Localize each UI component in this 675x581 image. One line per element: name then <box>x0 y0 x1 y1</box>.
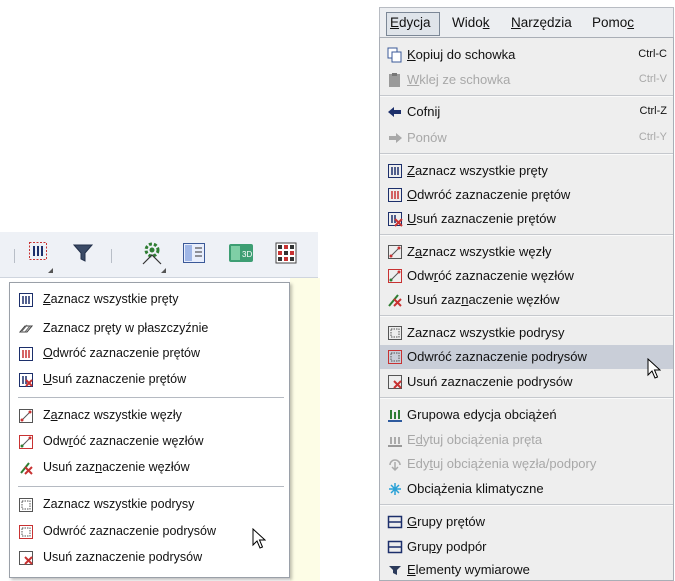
menu-narzedzia[interactable]: Narzędzia <box>511 15 572 35</box>
edit-bar-loads-icon <box>388 437 402 447</box>
menu-item-redo[interactable]: Ponów Ctrl-Y <box>380 126 673 150</box>
menu-separator <box>18 486 284 487</box>
edit-node-loads-icon <box>389 459 401 472</box>
menu-pomoc[interactable]: Pomoc <box>592 15 634 35</box>
filter-icon <box>72 244 94 262</box>
invert-nodes-icon <box>19 435 33 449</box>
remove-nodes-icon <box>388 294 402 307</box>
layout-button[interactable] <box>181 240 207 266</box>
settings-icon <box>142 242 162 265</box>
menu-item-invert-bars[interactable]: Odwróć zaznaczenie prętów <box>10 343 289 365</box>
subdrawings-icon <box>388 326 402 340</box>
plane-bars-icon <box>19 324 33 333</box>
bar-groups-icon <box>387 515 403 529</box>
menu-separator <box>380 397 673 399</box>
menu-separator <box>380 315 673 317</box>
dimension-elements-icon <box>389 566 401 575</box>
nodes-icon <box>19 409 33 423</box>
menu-item-dimension-elements[interactable]: Elementy wymiarowe <box>380 558 673 581</box>
toolbar-separator <box>14 249 15 263</box>
menu-separator <box>380 153 673 155</box>
menu-item-remove-subdrawings[interactable]: Usuń zaznaczenie podrysów <box>10 547 289 569</box>
remove-subdrawings-icon <box>388 375 402 389</box>
nodes-icon <box>388 245 402 259</box>
menu-item-remove-nodes[interactable]: Usuń zaznaczenie węzłów <box>380 288 673 312</box>
settings-button[interactable] <box>139 240 165 266</box>
undo-icon <box>388 107 401 117</box>
bars-grid-icon <box>19 293 33 307</box>
menu-widok[interactable]: Widok <box>452 15 490 35</box>
subdrawings-icon <box>19 498 33 512</box>
menu-item-select-all-subdrawings[interactable]: Zaznacz wszystkie podrysy <box>380 321 673 345</box>
edit-menu: Kopiuj do schowka Ctrl-C Wklej ze schowk… <box>379 37 674 581</box>
bars-grid-icon <box>388 164 402 178</box>
filter-button[interactable] <box>70 240 96 266</box>
3d-view-icon: 3D <box>229 244 253 262</box>
menu-item-edit-node-loads[interactable]: Edytuj obciążenia węzła/podpory <box>380 452 673 476</box>
menu-item-select-all-bars[interactable]: Zaznacz wszystkie pręty <box>10 289 289 311</box>
grid-button[interactable] <box>273 240 299 266</box>
menu-edycja[interactable]: Edycja <box>390 15 431 35</box>
select-dropdown-button[interactable] <box>27 240 53 266</box>
remove-subdrawings-icon <box>19 551 33 565</box>
menu-item-select-all-bars[interactable]: Zaznacz wszystkie pręty <box>380 159 673 183</box>
menu-separator <box>18 397 284 398</box>
editor-background <box>290 278 320 581</box>
menu-item-copy[interactable]: Kopiuj do schowka Ctrl-C <box>380 43 673 67</box>
menu-item-group-loads[interactable]: Grupowa edycja obciążeń <box>380 403 673 427</box>
support-groups-icon <box>387 540 403 554</box>
menu-item-edit-bar-loads[interactable]: Edytuj obciążenia pręta <box>380 428 673 452</box>
3d-view-button[interactable]: 3D <box>228 240 254 266</box>
menu-item-select-all-nodes[interactable]: Zaznacz wszystkie węzły <box>380 240 673 264</box>
selection-dropdown-menu: Zaznacz wszystkie pręty Zaznacz pręty w … <box>9 282 290 578</box>
mouse-cursor-icon <box>647 358 661 379</box>
menu-item-select-bars-in-plane[interactable]: Zaznacz pręty w płaszczyźnie <box>10 318 289 340</box>
menu-bar: Edycja Widok Narzędzia Pomoc <box>379 7 674 37</box>
redo-icon <box>389 133 402 143</box>
menu-separator <box>380 234 673 236</box>
invert-bars-icon <box>19 347 33 361</box>
menu-item-bar-groups[interactable]: Grupy prętów <box>380 510 673 534</box>
menu-item-remove-nodes[interactable]: Usuń zaznaczenie węzłów <box>10 457 289 479</box>
group-loads-icon <box>388 410 402 422</box>
dropdown-arrow-icon <box>161 268 166 273</box>
dropdown-arrow-icon <box>48 268 53 273</box>
menu-item-undo[interactable]: Cofnij Ctrl-Z <box>380 100 673 124</box>
menu-item-invert-subdrawings[interactable]: Odwróć zaznaczenie podrysów <box>380 345 673 369</box>
select-dropdown-icon <box>29 242 47 260</box>
menu-item-support-groups[interactable]: Grupy podpór <box>380 535 673 559</box>
menu-item-invert-subdrawings[interactable]: Odwróć zaznaczenie podrysów <box>10 521 289 543</box>
menu-item-select-all-nodes[interactable]: Zaznacz wszystkie węzły <box>10 405 289 427</box>
svg-text:3D: 3D <box>242 250 252 259</box>
layout-icon <box>183 243 205 263</box>
invert-nodes-icon <box>388 269 402 283</box>
menu-item-invert-nodes[interactable]: Odwróć zaznaczenie węzłów <box>10 431 289 453</box>
climate-loads-icon <box>389 483 401 495</box>
toolbar-separator <box>111 249 112 263</box>
invert-subdrawings-icon <box>388 350 402 364</box>
copy-icon <box>387 47 402 63</box>
invert-subdrawings-icon <box>19 525 33 539</box>
menu-separator <box>380 504 673 506</box>
remove-nodes-icon <box>20 462 33 475</box>
invert-bars-icon <box>388 188 402 202</box>
menu-item-remove-bars[interactable]: Usuń zaznaczenie prętów <box>10 369 289 391</box>
menu-item-invert-bars[interactable]: Odwróć zaznaczenie prętów <box>380 183 673 207</box>
menu-item-climate-loads[interactable]: Obciążenia klimatyczne <box>380 477 673 501</box>
grid-icon <box>275 242 297 264</box>
paste-icon <box>389 73 400 87</box>
menu-item-invert-nodes[interactable]: Odwróć zaznaczenie węzłów <box>380 264 673 288</box>
menu-separator <box>380 95 673 97</box>
right-panel: Edycja Widok Narzędzia Pomoc Kopiuj do s… <box>379 7 674 581</box>
menu-item-remove-bars[interactable]: Usuń zaznaczenie prętów <box>380 207 673 231</box>
remove-bars-icon <box>388 212 403 227</box>
menu-item-select-all-subdrawings[interactable]: Zaznacz wszystkie podrysy <box>10 494 289 516</box>
mouse-cursor-icon <box>252 528 266 549</box>
remove-bars-icon <box>19 373 33 387</box>
menu-item-paste[interactable]: Wklej ze schowka Ctrl-V <box>380 68 673 92</box>
menu-item-remove-subdrawings[interactable]: Usuń zaznaczenie podrysów <box>380 370 673 394</box>
left-panel: 3D Zaznacz wszystkie pręty Zaznacz pręty… <box>0 0 330 581</box>
